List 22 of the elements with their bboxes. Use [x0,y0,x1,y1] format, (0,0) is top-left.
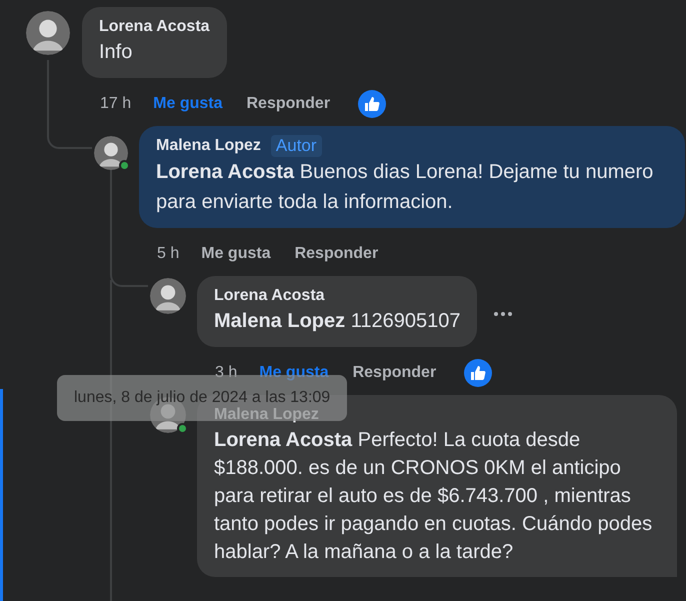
like-link[interactable]: Me gusta [153,92,222,116]
avatar[interactable] [150,278,186,314]
comment-text: Lorena Acosta Buenos dias Lorena! Dejame tu numero para enviarte toda la informacion. [156,160,654,215]
author-badge: Autor [270,135,322,157]
reply-link[interactable]: Responder [246,92,330,116]
like-link[interactable]: Me gusta [201,242,271,266]
author-name[interactable]: Malena Lopez [156,135,261,157]
thumbs-up-icon[interactable] [464,359,492,387]
avatar[interactable] [94,136,128,170]
author-name[interactable]: Lorena Acosta [214,285,325,307]
comment-text: Lorena Acosta Perfecto! La cuota desde $188.000. es de un CRONOS 0KM el anticipo para retirar el auto es de $6.743.700 , mientras tanto podes ir pagando en cuotas. Cuándo podes hablar? A la mañana o a la tarde? [214,428,654,565]
comment-text: Info [99,40,134,65]
comment-text: Malena Lopez 1126905107 [214,309,460,334]
avatar[interactable] [26,11,70,55]
reply-link[interactable]: Responder [352,361,436,385]
comment-time[interactable]: 17 h [100,92,132,116]
comment-time[interactable]: 5 h [157,242,180,266]
reply-link[interactable]: Responder [294,242,378,266]
author-name[interactable]: Lorena Acosta [99,16,210,38]
like-link[interactable]: Me gusta [259,361,329,385]
thumbs-up-icon[interactable] [358,90,386,118]
more-options-icon[interactable] [493,310,514,316]
